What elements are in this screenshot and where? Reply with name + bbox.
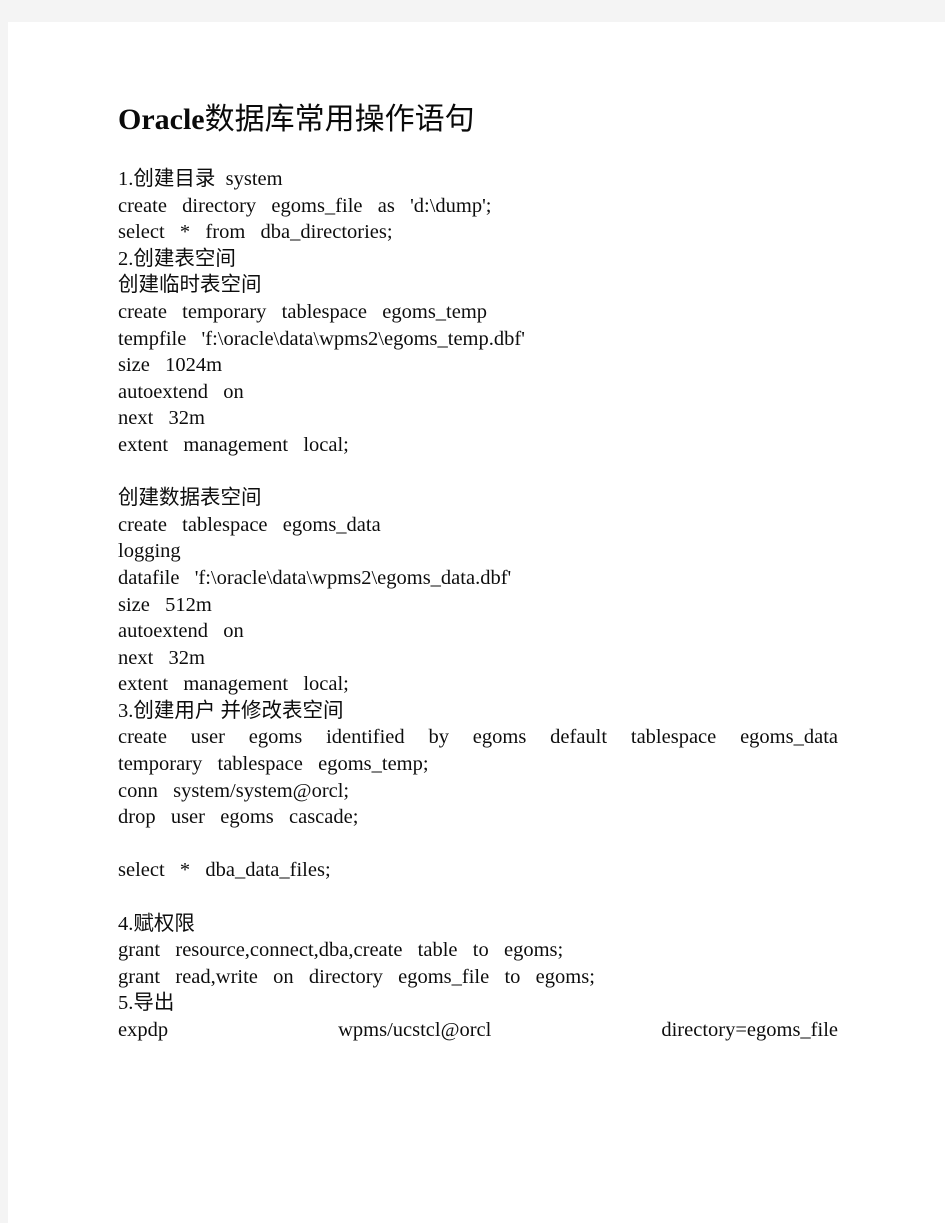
page-canvas: Oracle数据库常用操作语句 1.创建目录 system create dire… xyxy=(8,22,945,1223)
page-title: Oracle数据库常用操作语句 xyxy=(118,100,838,140)
text-line: expdp wpms/ucstcl@orcl directory=egoms_f… xyxy=(118,1019,838,1041)
page-gutter-top xyxy=(0,0,945,22)
text-line: size 1024m xyxy=(118,354,223,377)
text-line: datafile 'f:\oracle\data\wpms2\egoms_dat… xyxy=(118,566,512,589)
page-title-cjk: 数据库常用操作语句 xyxy=(204,103,475,136)
text-line: grant resource,connect,dba,create table … xyxy=(118,939,564,962)
text-line: temporary tablespace egoms_temp; xyxy=(118,753,429,776)
text-line: select * from dba_directories; xyxy=(118,221,393,244)
document-page: Oracle数据库常用操作语句 1.创建目录 system create dire… xyxy=(0,0,945,1223)
text-line: extent management local; xyxy=(118,433,349,456)
text-line: 2.创建表空间 xyxy=(118,247,236,270)
text-line: 3.创建用户 并修改表空间 xyxy=(118,699,344,722)
text-line: next 32m xyxy=(118,646,205,669)
text-line: next 32m xyxy=(118,407,205,430)
text-line: 1.创建目录 system xyxy=(118,168,283,190)
document-content: Oracle数据库常用操作语句 1.创建目录 system create dire… xyxy=(118,100,838,1044)
text-line: autoextend on xyxy=(118,380,244,403)
text-line: 4.赋权限 xyxy=(118,912,195,935)
text-line: grant read,write on directory egoms_file… xyxy=(118,965,595,988)
text-line: extent management local; xyxy=(118,673,349,696)
text-line: conn system/system@orcl; xyxy=(118,779,350,802)
code-block: 1.创建目录 system create directory egoms_file… xyxy=(118,166,838,1044)
text-line: create tablespace egoms_data xyxy=(118,513,381,536)
text-line: 5.导出 xyxy=(118,992,175,1015)
text-line: create temporary tablespace egoms_temp xyxy=(118,300,488,323)
text-line: create user egoms identified by egoms de… xyxy=(118,726,838,749)
text-line: tempfile 'f:\oracle\data\wpms2\egoms_tem… xyxy=(118,327,525,350)
text-line: 创建临时表空间 xyxy=(118,274,262,297)
text-line: select * dba_data_files; xyxy=(118,859,331,882)
text-line: logging xyxy=(118,540,181,563)
text-line: 创建数据表空间 xyxy=(118,487,262,510)
text-line: drop user egoms cascade; xyxy=(118,806,359,829)
page-title-latin: Oracle xyxy=(118,103,205,136)
page-gutter-left xyxy=(0,22,8,1223)
text-line: create directory egoms_file as 'd:\dump'… xyxy=(118,194,492,217)
text-line: size 512m xyxy=(118,593,212,616)
text-line: autoextend on xyxy=(118,620,244,643)
